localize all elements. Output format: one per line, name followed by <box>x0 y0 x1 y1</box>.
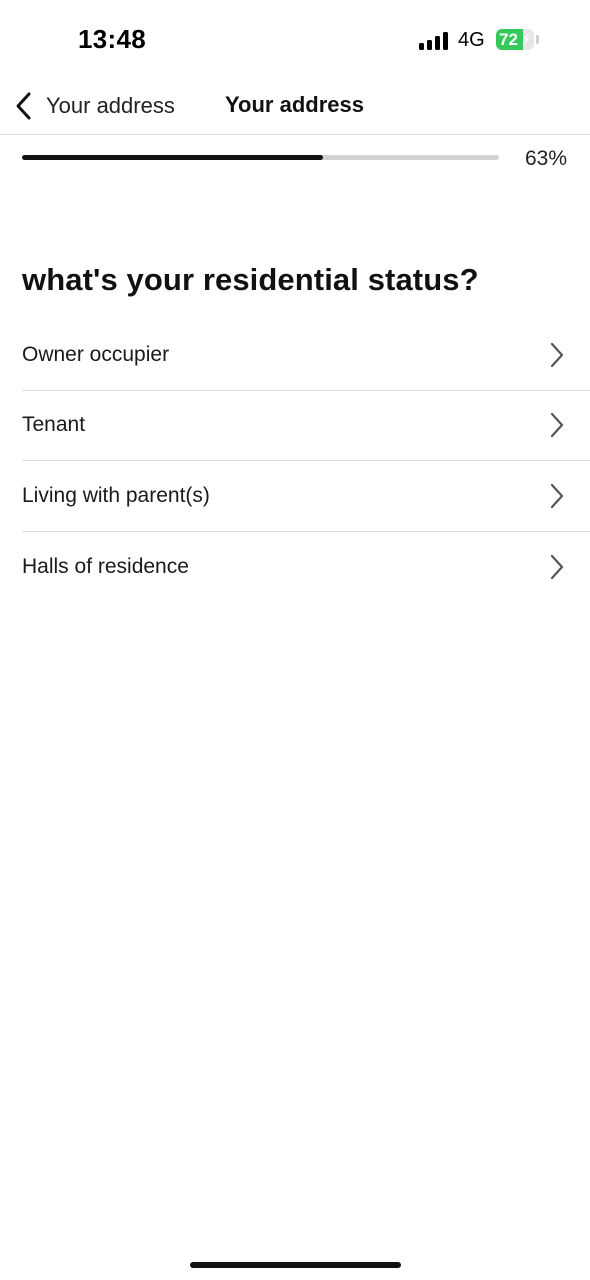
network-type: 4G <box>458 29 485 51</box>
residential-status-options: Owner occupier Tenant Living with parent… <box>22 320 590 602</box>
chevron-right-icon <box>548 553 566 581</box>
cellular-signal-icon <box>419 30 449 50</box>
option-owner-occupier[interactable]: Owner occupier <box>22 320 590 391</box>
status-bar: 13:48 4G 72 ⚡︎ <box>0 0 590 80</box>
home-indicator[interactable] <box>190 1262 401 1268</box>
chevron-right-icon <box>548 411 566 439</box>
nav-bar: Your address Your address <box>0 80 590 135</box>
back-button[interactable]: Your address <box>14 86 175 126</box>
battery-cap <box>536 35 539 44</box>
progress-indicator: 63% <box>22 145 570 173</box>
page-title: Your address <box>225 92 364 117</box>
chevron-right-icon <box>548 482 566 510</box>
option-living-with-parents[interactable]: Living with parent(s) <box>22 461 590 532</box>
back-button-label: Your address <box>46 93 175 118</box>
charging-bolt-icon: ⚡︎ <box>521 31 532 48</box>
option-label: Living with parent(s) <box>22 483 210 507</box>
question-heading: what's your residential status? <box>22 262 479 297</box>
progress-track <box>22 155 499 160</box>
chevron-right-icon <box>548 341 566 369</box>
option-tenant[interactable]: Tenant <box>22 391 590 461</box>
chevron-left-icon <box>14 91 36 121</box>
option-label: Owner occupier <box>22 342 170 366</box>
battery-level: 72 <box>499 30 518 49</box>
option-label: Tenant <box>22 413 86 437</box>
progress-percent: 63% <box>524 147 567 170</box>
option-halls-of-residence[interactable]: Halls of residence <box>22 532 590 603</box>
battery-charging-icon: 72 ⚡︎ <box>496 29 534 50</box>
option-label: Halls of residence <box>22 554 189 578</box>
status-time: 13:48 <box>78 24 146 54</box>
progress-fill <box>22 155 323 160</box>
